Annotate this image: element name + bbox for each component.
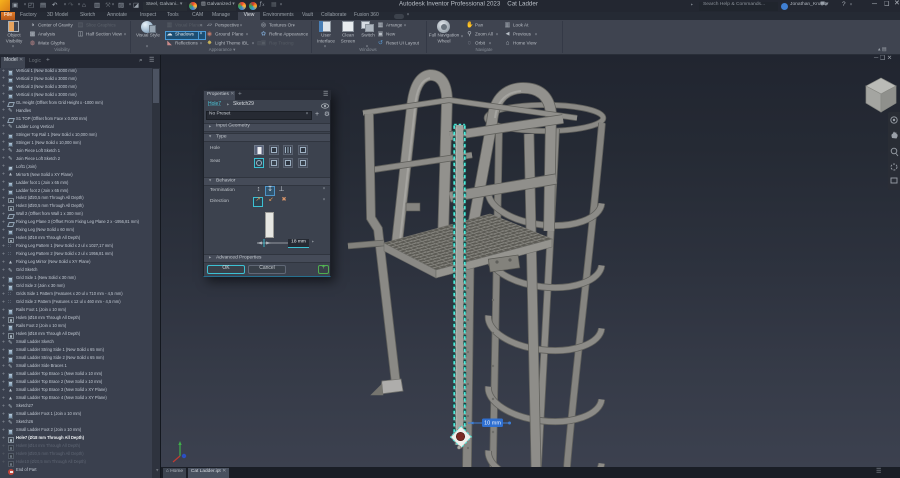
svg-text:10 mm: 10 mm xyxy=(484,421,501,427)
